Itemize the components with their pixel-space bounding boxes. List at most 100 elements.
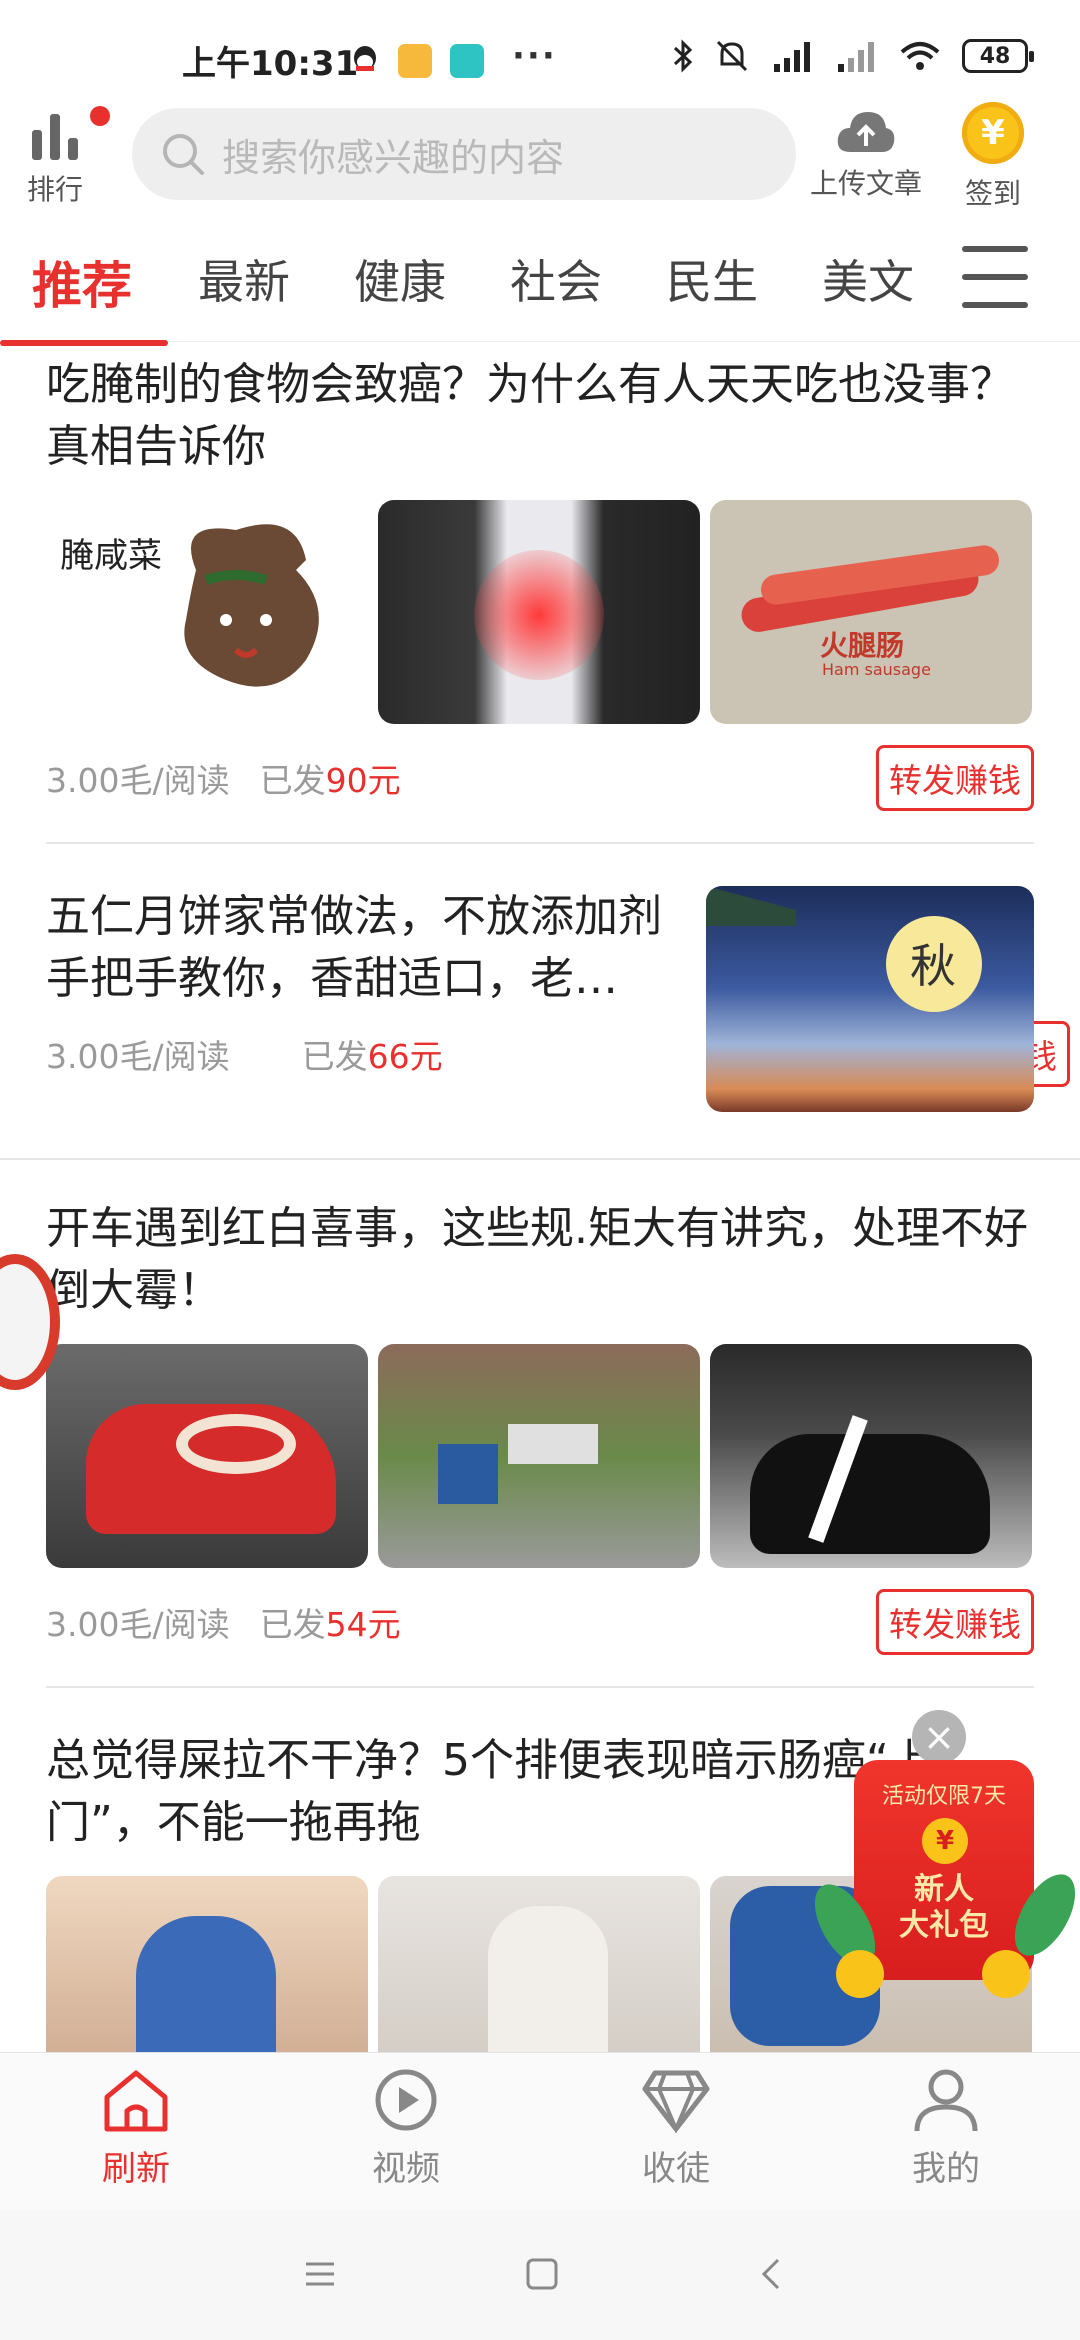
red-envelope[interactable]: 活动仅限7天 ¥ 新人 大礼包 bbox=[854, 1760, 1034, 1980]
divider bbox=[46, 1686, 1034, 1688]
flower-wreath bbox=[176, 1414, 296, 1474]
black-car bbox=[750, 1434, 990, 1554]
search-placeholder: 搜索你感兴趣的内容 bbox=[222, 135, 565, 180]
coin-decoration bbox=[982, 1950, 1030, 1998]
coin-decoration bbox=[836, 1950, 884, 1998]
cloud-upload-icon bbox=[837, 112, 895, 152]
mute-icon bbox=[716, 40, 748, 72]
battery-icon: 48 bbox=[962, 39, 1034, 73]
article-thumbnail[interactable] bbox=[378, 1876, 700, 2052]
rank-label: 排行 bbox=[26, 173, 83, 206]
category-tabs: 推荐 最新 健康 社会 民生 美文 bbox=[0, 232, 1080, 346]
bluetooth-icon bbox=[673, 39, 693, 73]
nav-label: 我的 bbox=[912, 2149, 980, 2189]
new-user-gift-promo[interactable]: × 活动仅限7天 ¥ 新人 大礼包 bbox=[802, 1710, 1080, 2000]
paid-amount: 66元 bbox=[367, 1037, 443, 1076]
coin-icon: ¥ bbox=[962, 102, 1024, 164]
tab-latest[interactable]: 最新 bbox=[198, 246, 290, 312]
search-icon bbox=[163, 134, 204, 175]
autumn-character: 秋 bbox=[910, 939, 956, 993]
article-meta: 3.00毛/阅读 已发 54元 转发赚钱 bbox=[46, 1589, 1034, 1655]
promo-title: 新人 大礼包 bbox=[854, 1872, 1034, 1944]
stomach-pain-highlight bbox=[474, 550, 604, 680]
signal-icon bbox=[838, 42, 874, 72]
tab-essay[interactable]: 美文 bbox=[822, 246, 914, 312]
sign-in-button[interactable]: ¥ 签到 bbox=[948, 102, 1038, 212]
send-app-icon bbox=[450, 44, 484, 78]
tab-health[interactable]: 健康 bbox=[354, 246, 446, 312]
system-icons: 48 bbox=[672, 38, 1034, 74]
nav-label: 刷新 bbox=[102, 2149, 170, 2189]
notification-dot bbox=[90, 106, 110, 126]
user-icon bbox=[914, 2069, 978, 2132]
bottom-navigation: 刷新 视频 收徒 我的 bbox=[0, 2052, 1080, 2210]
article-thumbnail[interactable] bbox=[378, 1344, 700, 1568]
app-header: 排行 搜索你感兴趣的内容 上传文章 ¥ 签到 bbox=[0, 96, 1080, 210]
article-card[interactable]: 吃腌制的食物会致癌？为什么有人天天吃也没事？真相告诉你 腌咸菜 火腿肠 Ham … bbox=[46, 354, 1034, 811]
promo-title-line1: 新人 bbox=[914, 1872, 974, 1907]
person-figure bbox=[136, 1916, 276, 2052]
pavilion-roof bbox=[706, 886, 796, 926]
article-thumbnail[interactable] bbox=[46, 1876, 368, 2052]
note-app-icon bbox=[398, 44, 432, 78]
nav-recruit[interactable]: 收徒 bbox=[596, 2067, 756, 2190]
share-earn-button[interactable]: 转发赚钱 bbox=[876, 1589, 1034, 1655]
article-card[interactable]: 五仁月饼家常做法，不放添加剂手把手教你，香甜适口，老… 3.00毛/阅读 已发 … bbox=[46, 886, 1070, 1112]
close-icon[interactable]: × bbox=[912, 1710, 966, 1764]
search-input[interactable]: 搜索你感兴趣的内容 bbox=[132, 108, 796, 200]
paid-amount: 90元 bbox=[325, 761, 401, 800]
article-thumbnail[interactable] bbox=[710, 1344, 1032, 1568]
paid-prefix: 已发 bbox=[259, 1605, 326, 1644]
share-earn-button[interactable]: 转发赚钱 bbox=[876, 745, 1034, 811]
tab-society[interactable]: 社会 bbox=[510, 246, 602, 312]
more-notifications-icon: ··· bbox=[512, 36, 557, 76]
nav-label: 视频 bbox=[372, 2149, 440, 2189]
diamond-icon bbox=[642, 2070, 710, 2135]
article-meta: 3.00毛/阅读 已发 90元 转发赚钱 bbox=[46, 745, 1034, 811]
nav-video[interactable]: 视频 bbox=[326, 2067, 486, 2190]
article-thumbnail[interactable]: 火腿肠 Ham sausage bbox=[710, 500, 1032, 724]
rank-button[interactable]: 排行 bbox=[20, 106, 110, 208]
article-title[interactable]: 五仁月饼家常做法，不放添加剂手把手教你，香甜适口，老… bbox=[46, 886, 698, 1010]
nav-label: 收徒 bbox=[642, 2149, 710, 2189]
back-icon[interactable] bbox=[754, 2256, 790, 2292]
divider bbox=[46, 842, 1034, 844]
sign-in-label: 签到 bbox=[964, 177, 1021, 210]
tab-recommend[interactable]: 推荐 bbox=[32, 246, 132, 318]
divider bbox=[0, 1158, 1080, 1160]
sausage-label: 火腿肠 bbox=[820, 629, 905, 662]
sausage-label-en: Ham sausage bbox=[822, 660, 931, 679]
app-screen: 上午10:31 ··· 48 排行 搜索你感兴趣的内容 上传文章 ¥ 签到 推荐… bbox=[0, 0, 1080, 2340]
article-thumbnail[interactable] bbox=[378, 500, 700, 724]
play-icon bbox=[375, 2069, 437, 2131]
notification-icons bbox=[350, 44, 484, 78]
status-bar: 上午10:31 ··· 48 bbox=[0, 0, 1080, 92]
signal-hd-icon bbox=[774, 42, 810, 72]
home-icon bbox=[104, 2070, 168, 2132]
article-title[interactable]: 开车遇到红白喜事，这些规.矩大有讲究，处理不好倒大霉！ bbox=[46, 1198, 1034, 1322]
truck bbox=[438, 1444, 498, 1504]
upload-label: 上传文章 bbox=[809, 167, 922, 200]
paid-prefix: 已发 bbox=[259, 761, 326, 800]
pickle-jar-cartoon bbox=[184, 524, 319, 687]
recent-apps-icon[interactable] bbox=[302, 2256, 338, 2292]
promo-coin-icon: ¥ bbox=[922, 1818, 968, 1864]
bar-chart-icon bbox=[32, 114, 78, 160]
article-card[interactable]: 开车遇到红白喜事，这些规.矩大有讲究，处理不好倒大霉！ 3.00毛/阅读 已发 bbox=[46, 1198, 1034, 1655]
article-title[interactable]: 吃腌制的食物会致癌？为什么有人天天吃也没事？真相告诉你 bbox=[46, 354, 1034, 478]
article-thumbnail[interactable]: 秋 bbox=[706, 886, 1034, 1112]
nav-refresh[interactable]: 刷新 bbox=[56, 2067, 216, 2190]
person-figure bbox=[488, 1906, 608, 2052]
upload-article-button[interactable]: 上传文章 bbox=[806, 108, 926, 202]
paid-amount: 54元 bbox=[325, 1605, 401, 1644]
tab-livelihood[interactable]: 民生 bbox=[666, 246, 758, 312]
article-images: 腌咸菜 火腿肠 Ham sausage bbox=[46, 500, 1034, 724]
channel-menu-icon[interactable] bbox=[962, 246, 1028, 308]
home-square-icon[interactable] bbox=[524, 2256, 560, 2292]
wifi-icon bbox=[900, 42, 940, 70]
promo-title-line2: 大礼包 bbox=[899, 1908, 989, 1943]
article-thumbnail[interactable] bbox=[46, 1344, 368, 1568]
article-thumbnail[interactable]: 腌咸菜 bbox=[46, 500, 368, 724]
nav-profile[interactable]: 我的 bbox=[866, 2067, 1026, 2190]
status-time: 上午10:31 bbox=[182, 44, 359, 84]
